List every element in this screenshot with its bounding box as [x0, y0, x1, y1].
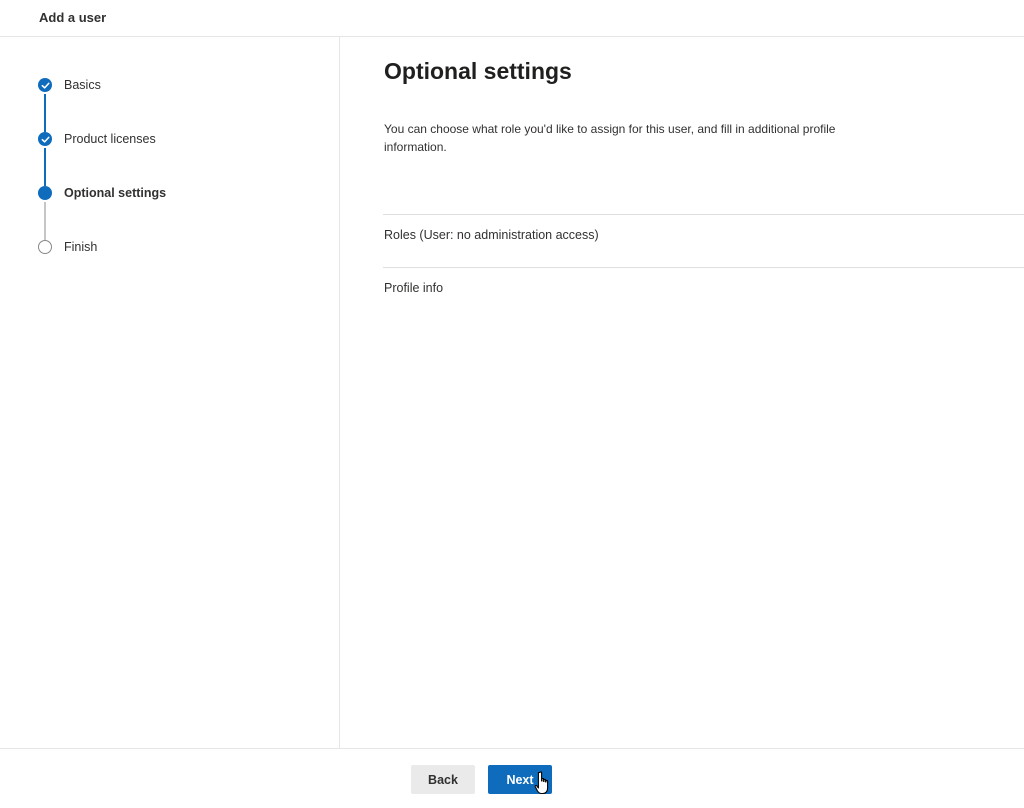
wizard-title: Add a user	[39, 10, 107, 25]
step-finish[interactable]: Finish	[38, 239, 97, 255]
step-label-finish: Finish	[64, 240, 98, 254]
section-divider	[383, 267, 1024, 268]
step-connector-basics-licenses	[44, 94, 46, 132]
checkmark-icon	[38, 132, 52, 146]
add-user-wizard: Add a user Basics Product licenses Optio…	[0, 0, 1024, 808]
step-optional-settings[interactable]: Optional settings	[38, 185, 166, 201]
hand-pointer-cursor-icon	[534, 771, 549, 795]
wizard-content: Optional settings You can choose what ro…	[341, 37, 1024, 748]
step-label-optional-settings: Optional settings	[64, 186, 167, 200]
step-label-basics: Basics	[64, 78, 101, 92]
back-button[interactable]: Back	[411, 765, 475, 794]
checkmark-icon	[38, 78, 52, 92]
section-divider	[383, 214, 1024, 215]
page-description: You can choose what role you'd like to a…	[384, 122, 836, 154]
roles-section-toggle[interactable]: Roles (User: no administration access)	[384, 228, 599, 242]
step-connector-optional-finish	[44, 202, 46, 240]
profile-info-section-toggle[interactable]: Profile info	[384, 281, 443, 295]
page-title: Optional settings	[384, 58, 572, 84]
wizard-header: Add a user	[0, 0, 1024, 37]
step-product-licenses[interactable]: Product licenses	[38, 131, 156, 147]
current-step-dot-icon	[38, 186, 52, 200]
wizard-steps-sidebar: Basics Product licenses Optional setting…	[0, 37, 340, 748]
step-connector-licenses-optional	[44, 148, 46, 186]
pending-step-circle-icon	[38, 240, 52, 254]
step-basics[interactable]: Basics	[38, 77, 101, 93]
step-label-product-licenses: Product licenses	[64, 132, 156, 146]
wizard-footer: Back Next	[0, 748, 1024, 808]
